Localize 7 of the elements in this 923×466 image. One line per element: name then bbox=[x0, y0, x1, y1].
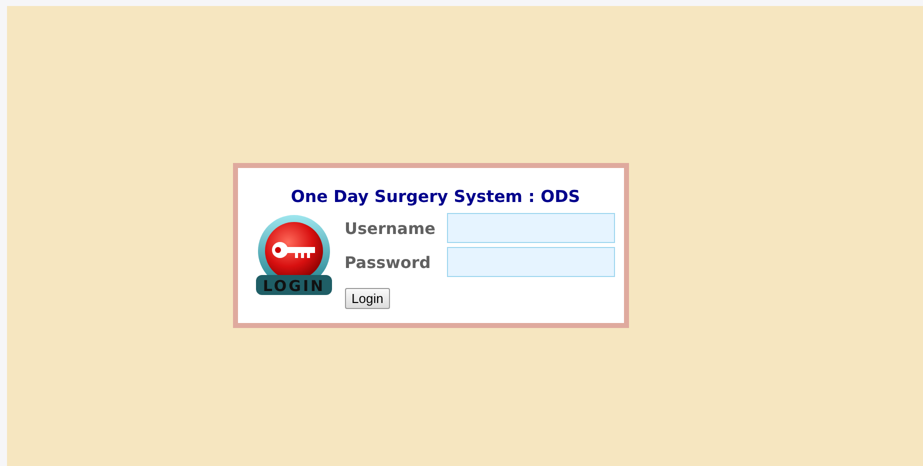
input-field[interactable] bbox=[446, 213, 614, 243]
field-label: Password bbox=[344, 252, 432, 272]
field-label: Username bbox=[344, 218, 436, 238]
login-emblem: LOGIN bbox=[254, 213, 334, 297]
app-title: One Day Surgery System : ODS bbox=[290, 187, 580, 206]
input-field[interactable] bbox=[446, 247, 614, 277]
login-button[interactable]: Login bbox=[344, 288, 390, 309]
